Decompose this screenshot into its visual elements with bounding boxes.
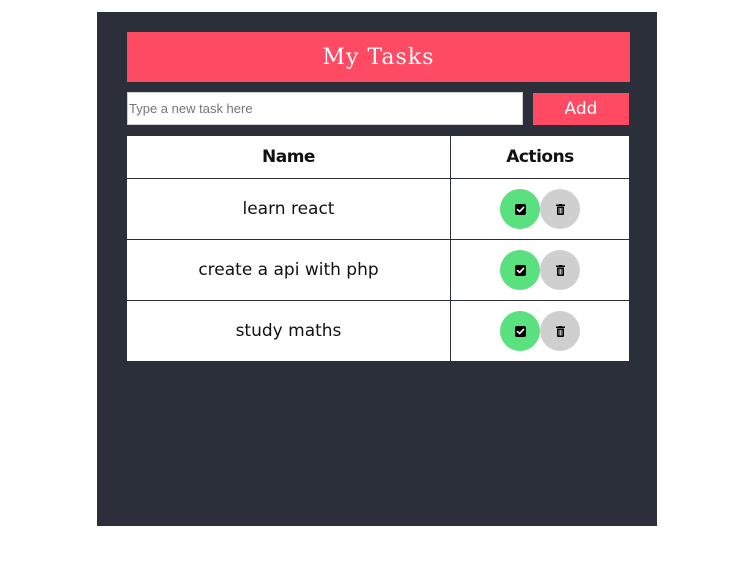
task-name: create a api with php <box>126 239 451 301</box>
complete-task-button[interactable] <box>500 189 540 229</box>
table-row: learn react <box>126 178 630 240</box>
trash-icon <box>555 325 565 337</box>
trash-icon <box>555 203 565 215</box>
add-task-row: Add <box>127 92 630 125</box>
task-actions <box>450 178 630 240</box>
trash-icon <box>555 264 565 276</box>
complete-task-button[interactable] <box>500 311 540 351</box>
table-header-row: Name Actions <box>126 135 630 179</box>
column-header-actions: Actions <box>450 135 630 179</box>
delete-task-button[interactable] <box>540 311 580 351</box>
task-actions <box>450 239 630 301</box>
delete-task-button[interactable] <box>540 250 580 290</box>
add-task-button[interactable]: Add <box>533 93 629 125</box>
table-row: study maths <box>126 300 630 362</box>
column-header-name: Name <box>126 135 451 179</box>
task-actions <box>450 300 630 362</box>
delete-task-button[interactable] <box>540 189 580 229</box>
check-square-icon <box>514 264 526 276</box>
page-title: My Tasks <box>127 32 630 82</box>
app-panel: My Tasks Add Name Actions learn react <box>97 12 657 526</box>
task-name: learn react <box>126 178 451 240</box>
task-name: study maths <box>126 300 451 362</box>
tasks-table: Name Actions learn react create a api wi… <box>126 135 630 362</box>
check-square-icon <box>514 325 526 337</box>
complete-task-button[interactable] <box>500 250 540 290</box>
check-square-icon <box>514 203 526 215</box>
table-row: create a api with php <box>126 239 630 301</box>
new-task-input[interactable] <box>127 92 523 125</box>
